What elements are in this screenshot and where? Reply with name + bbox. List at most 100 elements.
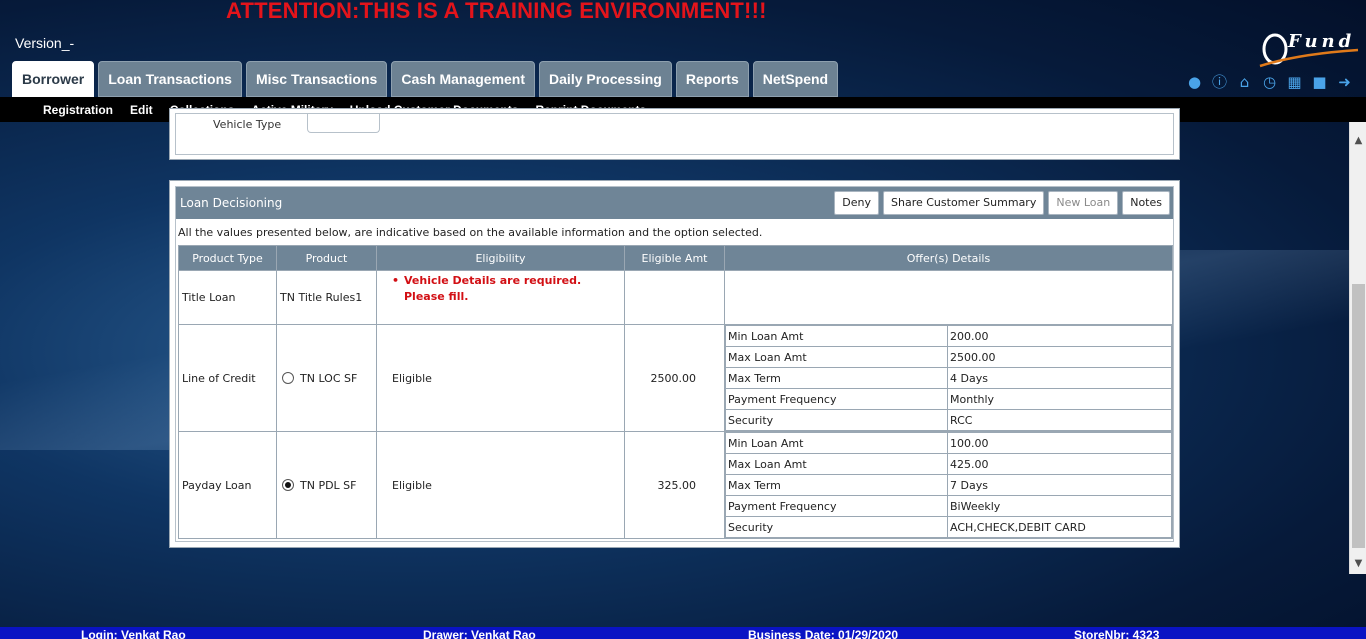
logout-icon[interactable]: ➜	[1336, 74, 1353, 91]
col-product: Product	[276, 245, 377, 271]
tab-misc-transactions[interactable]: Misc Transactions	[245, 61, 388, 97]
offer-label: Security	[725, 516, 948, 538]
product-type-cell: Title Loan	[178, 270, 277, 325]
loc-product-radio[interactable]	[282, 372, 294, 384]
offer-row: Payment Frequency BiWeekly	[725, 495, 1172, 517]
vehicle-type-select[interactable]	[307, 114, 380, 133]
product-cell: TN LOC SF	[276, 324, 377, 432]
offer-label: Payment Frequency	[725, 388, 948, 410]
pdl-offer-table: Min Loan Amt 100.00 Max Loan Amt 425.00 Ma…	[725, 432, 1172, 538]
subnav-registration[interactable]: Registration	[43, 103, 113, 117]
loan-decisioning-header: Loan Decisioning Deny Share Customer Sum…	[176, 187, 1173, 219]
offer-value: RCC	[947, 409, 1172, 431]
product-cell: TN PDL SF	[276, 431, 377, 539]
vehicle-panel: Vehicle Type	[169, 108, 1180, 160]
footer-business-date: Business Date: 01/29/2020	[748, 628, 899, 639]
user-icon[interactable]: ●	[1186, 74, 1203, 91]
table-row: Line of Credit TN LOC SF Eligible 2500.0…	[178, 324, 1173, 432]
subnav-edit[interactable]: Edit	[130, 103, 153, 117]
eligibility-cell: Eligible	[376, 324, 625, 432]
tab-borrower[interactable]: Borrower	[12, 61, 95, 97]
home-icon[interactable]: ⌂	[1236, 74, 1253, 91]
offer-value: ACH,CHECK,DEBIT CARD	[947, 516, 1172, 538]
deny-button[interactable]: Deny	[834, 191, 880, 215]
vertical-scrollbar[interactable]: ▲ ▼	[1349, 122, 1366, 574]
offer-row: Max Term 7 Days	[725, 474, 1172, 496]
notes-button[interactable]: Notes	[1122, 191, 1170, 215]
training-banner: ATTENTION:THIS IS A TRAINING ENVIRONMENT…	[226, 0, 767, 23]
offer-row: Max Term 4 Days	[725, 367, 1172, 389]
product-label: TN LOC SF	[300, 371, 358, 385]
offer-row: Min Loan Amt 200.00	[725, 325, 1172, 347]
scrollbar-thumb[interactable]	[1352, 284, 1365, 548]
share-customer-summary-button[interactable]: Share Customer Summary	[883, 191, 1045, 215]
col-eligibility: Eligibility	[376, 245, 625, 271]
vehicle-type-label: Vehicle Type	[213, 118, 282, 131]
qfund-logo: Fund	[1258, 28, 1362, 72]
tab-daily-processing[interactable]: Daily Processing	[539, 61, 672, 97]
offer-value: 100.00	[947, 432, 1172, 454]
eligible-amt-cell: 2500.00	[624, 324, 725, 432]
indicative-note: All the values presented below, are indi…	[178, 226, 763, 239]
loc-offer-table: Min Loan Amt 200.00 Max Loan Amt 2500.00 M…	[725, 325, 1172, 431]
offer-row: Payment Frequency Monthly	[725, 388, 1172, 410]
offer-details-cell: Min Loan Amt 200.00 Max Loan Amt 2500.00 M…	[724, 324, 1173, 432]
loan-decisioning-inner: Loan Decisioning Deny Share Customer Sum…	[175, 186, 1174, 542]
table-header-row: Product Type Product Eligibility Eligibl…	[178, 245, 1173, 271]
offer-value: 200.00	[947, 325, 1172, 347]
product-cell: TN Title Rules1	[276, 270, 377, 325]
tab-netspend[interactable]: NetSpend	[752, 61, 839, 97]
footer-login: Login: Venkat Rao	[81, 628, 186, 639]
vehicle-panel-inner: Vehicle Type	[175, 113, 1174, 155]
offer-value: 2500.00	[947, 346, 1172, 368]
offer-row: Max Loan Amt 2500.00	[725, 346, 1172, 368]
eligibility-cell: Vehicle Details are required. Please fil…	[376, 270, 625, 325]
scroll-up-arrow-icon[interactable]: ▲	[1350, 132, 1366, 149]
offer-label: Min Loan Amt	[725, 325, 948, 347]
offer-details-cell: Min Loan Amt 100.00 Max Loan Amt 425.00 Ma…	[724, 431, 1173, 539]
offer-label: Security	[725, 409, 948, 431]
new-loan-button[interactable]: New Loan	[1048, 191, 1119, 215]
loan-offers-table: Product Type Product Eligibility Eligibl…	[178, 245, 1173, 539]
offer-value: Monthly	[947, 388, 1172, 410]
eligibility-error: Vehicle Details are required. Please fil…	[380, 273, 621, 305]
table-row: Title Loan TN Title Rules1 Vehicle Detai…	[178, 270, 1173, 325]
tab-reports[interactable]: Reports	[675, 61, 749, 97]
lock-icon[interactable]: ■	[1311, 74, 1328, 91]
calculator-icon[interactable]: ▦	[1286, 74, 1303, 91]
offer-value: 425.00	[947, 453, 1172, 475]
eligible-amt-cell: 325.00	[624, 431, 725, 539]
offer-label: Min Loan Amt	[725, 432, 948, 454]
footer-drawer: Drawer: Venkat Rao	[423, 628, 536, 639]
scroll-down-arrow-icon[interactable]: ▼	[1350, 555, 1366, 572]
offer-row: Security RCC	[725, 409, 1172, 431]
table-row: Payday Loan TN PDL SF Eligible 325.00 Mi…	[178, 431, 1173, 539]
eligibility-cell: Eligible	[376, 431, 625, 539]
product-label: TN PDL SF	[300, 478, 357, 492]
col-eligible-amt: Eligible Amt	[624, 245, 725, 271]
offer-label: Max Loan Amt	[725, 346, 948, 368]
tab-cash-management[interactable]: Cash Management	[391, 61, 536, 97]
offer-label: Max Term	[725, 474, 948, 496]
tab-loan-transactions[interactable]: Loan Transactions	[98, 61, 242, 97]
main-tabs: Borrower Loan Transactions Misc Transact…	[12, 61, 839, 97]
product-type-cell: Payday Loan	[178, 431, 277, 539]
clock-icon[interactable]: ◷	[1261, 74, 1278, 91]
version-label: Version_-	[15, 35, 75, 51]
pdl-product-radio[interactable]	[282, 479, 294, 491]
loan-decisioning-panel: Loan Decisioning Deny Share Customer Sum…	[169, 180, 1180, 548]
footer-store-number: StoreNbr: 4323	[1074, 628, 1160, 639]
logo-text: Fund	[1288, 31, 1356, 52]
status-footer: Login: Venkat Rao Drawer: Venkat Rao Bus…	[0, 627, 1366, 639]
info-icon[interactable]: ⓘ	[1211, 74, 1228, 91]
offer-label: Payment Frequency	[725, 495, 948, 517]
offer-details-cell	[724, 270, 1173, 325]
col-product-type: Product Type	[178, 245, 277, 271]
col-offer-details: Offer(s) Details	[724, 245, 1173, 271]
loan-decisioning-title: Loan Decisioning	[180, 196, 283, 210]
offer-value: 7 Days	[947, 474, 1172, 496]
offer-value: BiWeekly	[947, 495, 1172, 517]
eligible-amt-cell	[624, 270, 725, 325]
top-icon-bar: ● ⓘ ⌂ ◷ ▦ ■ ➜	[1186, 74, 1353, 91]
offer-row: Min Loan Amt 100.00	[725, 432, 1172, 454]
